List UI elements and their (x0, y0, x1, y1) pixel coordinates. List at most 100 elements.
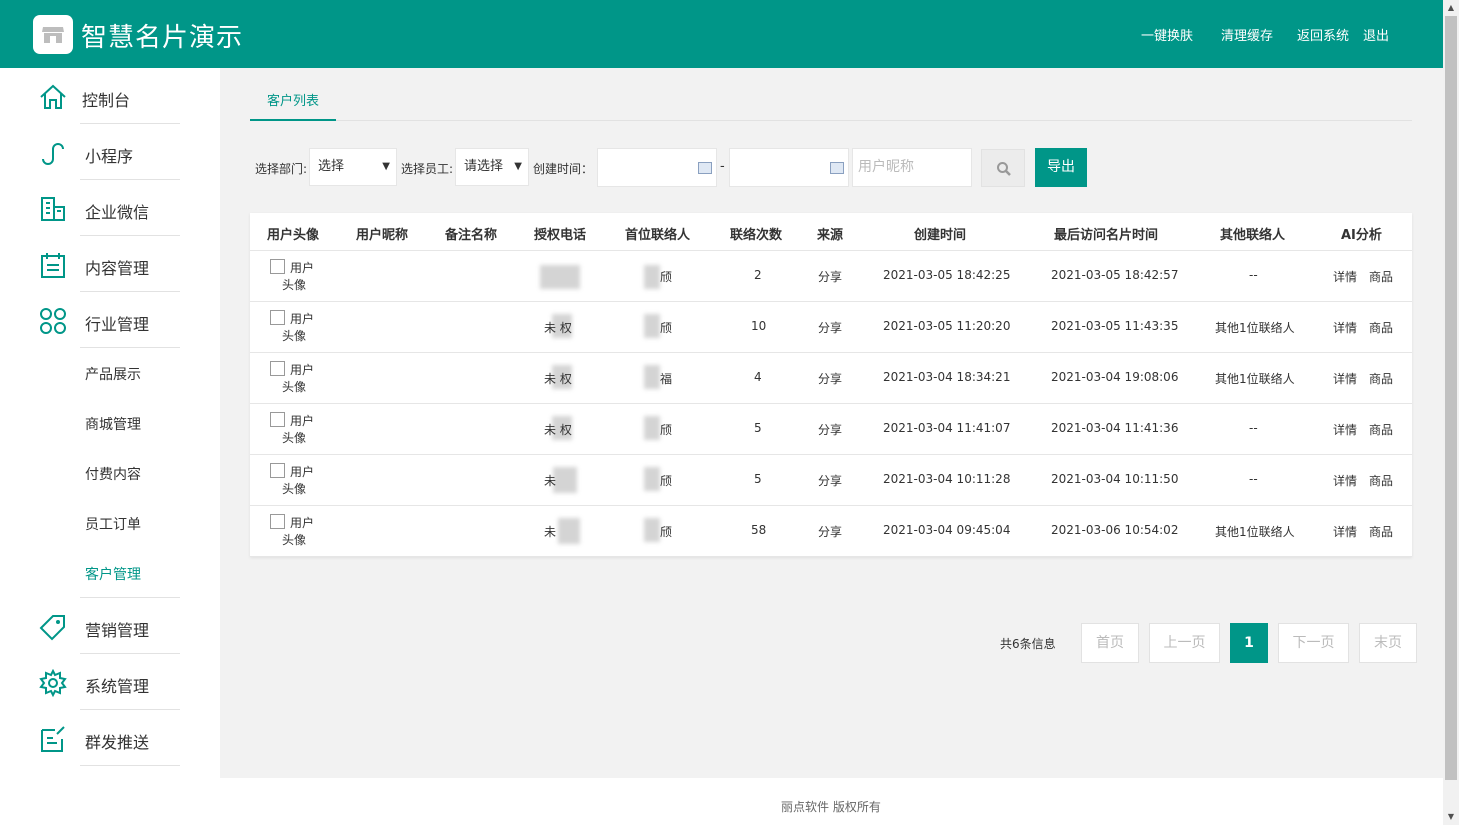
sidebar-item-label: 企业微信 (85, 203, 150, 222)
calendar-icon[interactable] (830, 162, 844, 174)
sidebar-item-label: 群发推送 (85, 733, 150, 752)
sidebar-item-industry[interactable]: 行业管理 (0, 292, 220, 348)
last-visit-cell: 2021-03-06 10:54:02 (1051, 523, 1179, 537)
scrollbar-thumb[interactable] (1445, 16, 1457, 780)
next-page-button[interactable]: 下一页 (1278, 623, 1349, 663)
prev-page-button[interactable]: 上一页 (1149, 623, 1220, 663)
col-header-other-contacts: 其他联络人 (1220, 228, 1286, 243)
avatar-alt-text: 用户 (290, 465, 315, 479)
detail-link[interactable]: 详情 (1333, 370, 1357, 387)
table-row: 用户 头像 未 权 颀 5 分享 2021-03-04 11:41:07 2021… (250, 404, 1412, 455)
detail-link[interactable]: 详情 (1333, 319, 1357, 336)
sidebar-item-system[interactable]: 系统管理 (0, 654, 220, 710)
divider (80, 765, 180, 766)
goods-link[interactable]: 商品 (1369, 268, 1393, 285)
sidebar-item-dashboard[interactable]: 控制台 (0, 68, 220, 124)
first-page-button[interactable]: 首页 (1081, 623, 1139, 663)
search-button[interactable] (981, 149, 1025, 187)
top-header: 智慧名片演示 一键换肤 清理缓存 返回系统 退出 (0, 0, 1443, 68)
last-page-button[interactable]: 末页 (1359, 623, 1417, 663)
gear-icon (39, 669, 67, 697)
first-contact-cell: 颀 (660, 423, 673, 437)
end-date-input[interactable] (729, 148, 849, 187)
redacted-blur (540, 265, 580, 289)
redacted-blur (644, 365, 660, 389)
detail-link[interactable]: 详情 (1333, 523, 1357, 540)
export-button[interactable]: 导出 (1035, 148, 1087, 187)
sidebar-item-broadcast[interactable]: 群发推送 (0, 710, 220, 766)
goods-link[interactable]: 商品 (1369, 421, 1393, 438)
app-title: 智慧名片演示 (81, 23, 244, 53)
search-icon (997, 162, 1011, 176)
phone-cell: 未 (544, 474, 557, 488)
sidebar-item-miniprogram[interactable]: 小程序 (0, 124, 220, 180)
contact-count-cell: 5 (754, 472, 762, 486)
page-1-button[interactable]: 1 (1230, 623, 1268, 663)
avatar-image (270, 412, 285, 427)
first-contact-cell: 福 (660, 372, 673, 386)
other-contacts-cell: -- (1249, 421, 1258, 435)
source-cell: 分享 (818, 474, 843, 488)
goods-link[interactable]: 商品 (1369, 523, 1393, 540)
scroll-up-icon[interactable]: ▲ (1443, 0, 1459, 16)
sidebar-subitem-products[interactable]: 产品展示 (85, 364, 141, 384)
avatar-image (270, 463, 285, 478)
avatar-image (270, 361, 285, 376)
avatar-alt-text: 用户 (290, 312, 315, 326)
other-contacts-cell: 其他1位联络人 (1215, 372, 1295, 386)
sidebar-subitem-paid-content[interactable]: 付费内容 (85, 464, 141, 484)
contact-count-cell: 5 (754, 421, 762, 435)
tab-bar: 客户列表 (250, 85, 1412, 121)
detail-link[interactable]: 详情 (1333, 472, 1357, 489)
sidebar-subitem-shop[interactable]: 商城管理 (85, 414, 141, 434)
home-icon (40, 84, 66, 109)
sidebar-item-label: 小程序 (85, 147, 134, 166)
contact-count-cell: 58 (751, 523, 767, 537)
last-visit-cell: 2021-03-05 18:42:57 (1051, 268, 1179, 282)
sidebar-item-enterprise-wechat[interactable]: 企业微信 (0, 180, 220, 236)
contact-count-cell: 10 (751, 319, 767, 333)
created-time-cell: 2021-03-04 10:11:28 (883, 472, 1011, 486)
staff-filter-label: 选择员工: (401, 162, 454, 176)
start-date-input[interactable] (597, 148, 717, 187)
skin-switch-link[interactable]: 一键换肤 (1141, 25, 1193, 44)
sidebar-item-label: 控制台 (82, 91, 131, 110)
tab-customer-list[interactable]: 客户列表 (250, 85, 336, 121)
col-header-remark: 备注名称 (445, 228, 498, 243)
goods-link[interactable]: 商品 (1369, 319, 1393, 336)
col-header-first-contact: 首位联络人 (625, 228, 691, 243)
sidebar-item-content[interactable]: 内容管理 (0, 236, 220, 292)
sidebar-item-marketing[interactable]: 营销管理 (0, 598, 220, 654)
tag-icon (39, 615, 65, 641)
goods-link[interactable]: 商品 (1369, 472, 1393, 489)
created-time-cell: 2021-03-04 11:41:07 (883, 421, 1011, 435)
scroll-down-icon[interactable]: ▼ (1443, 809, 1459, 825)
detail-link[interactable]: 详情 (1333, 268, 1357, 285)
col-header-phone: 授权电话 (534, 228, 587, 243)
divider (80, 347, 180, 348)
avatar-alt-text: 头像 (282, 431, 307, 445)
staff-select[interactable]: 请选择 ▼ (455, 148, 529, 186)
page-scrollbar[interactable]: ▲ ▼ (1443, 0, 1459, 825)
first-contact-cell: 颀 (660, 474, 673, 488)
clear-cache-link[interactable]: 清理缓存 (1221, 25, 1273, 44)
chevron-down-icon: ▼ (514, 161, 522, 172)
other-contacts-cell: 其他1位联络人 (1215, 321, 1295, 335)
other-contacts-cell: -- (1249, 268, 1258, 282)
sidebar-subitem-staff-orders[interactable]: 员工订单 (85, 514, 141, 534)
dept-select[interactable]: 选择 ▼ (309, 148, 397, 186)
last-visit-cell: 2021-03-05 11:43:35 (1051, 319, 1179, 333)
sidebar-subitem-customers[interactable]: 客户管理 (85, 564, 141, 584)
col-header-nickname: 用户昵称 (356, 228, 409, 243)
phone-cell: 未 权 (544, 321, 572, 335)
avatar-alt-text: 用户 (290, 414, 315, 428)
back-to-system-link[interactable]: 返回系统 (1297, 25, 1349, 44)
nickname-input[interactable]: 用户昵称 (852, 148, 972, 187)
calendar-icon[interactable] (698, 162, 712, 174)
goods-link[interactable]: 商品 (1369, 370, 1393, 387)
other-contacts-cell: 其他1位联络人 (1215, 525, 1295, 539)
logo (33, 15, 73, 54)
detail-link[interactable]: 详情 (1333, 421, 1357, 438)
logout-link[interactable]: 退出 (1363, 25, 1389, 44)
last-visit-cell: 2021-03-04 11:41:36 (1051, 421, 1179, 435)
